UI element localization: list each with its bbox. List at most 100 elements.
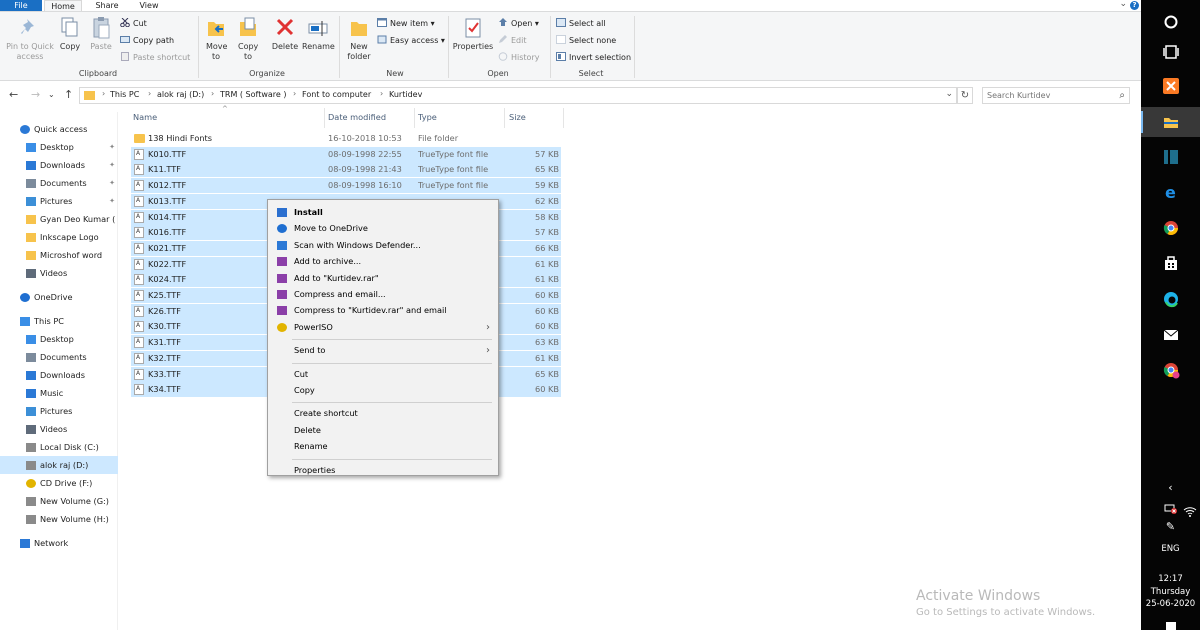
new-folder-button[interactable]: New folder	[343, 16, 375, 62]
nav-item[interactable]: Quick access	[0, 120, 118, 138]
delete-button[interactable]: Delete	[270, 16, 300, 52]
forward-arrow-icon[interactable]: →	[31, 88, 40, 101]
context-menu-item[interactable]: Add to archive...	[270, 254, 496, 269]
context-menu-item[interactable]: Rename	[270, 439, 496, 454]
taskbar-edge[interactable]	[1141, 284, 1200, 314]
taskbar-mail[interactable]	[1141, 320, 1200, 350]
context-menu-item[interactable]: Scan with Windows Defender...	[270, 238, 496, 253]
nav-item[interactable]: Network	[0, 534, 118, 552]
tray-pen-icon[interactable]: ✎	[1141, 520, 1200, 533]
context-menu-item[interactable]: Compress and email...	[270, 287, 496, 302]
file-row[interactable]: K012.TTF 08-09-1998 16:10 TrueType font fi…	[131, 178, 561, 194]
up-arrow-icon[interactable]: ↑	[64, 88, 73, 101]
tray-wifi-icon[interactable]	[1149, 505, 1200, 519]
context-menu-item[interactable]: Compress to "Kurtidev.rar" and email	[270, 303, 496, 318]
copy-path-button[interactable]: Copy path	[120, 34, 174, 48]
history-button[interactable]: History	[498, 51, 539, 65]
notification-center-icon[interactable]	[1141, 620, 1200, 630]
context-menu-item[interactable]: Send to ›	[270, 343, 496, 358]
nav-item[interactable]: Videos	[0, 264, 118, 282]
help-icon[interactable]: ?	[1130, 1, 1139, 10]
breadcrumb-font-to-computer[interactable]: Font to computer	[302, 90, 371, 99]
copy-button[interactable]: Copy	[57, 16, 83, 52]
nav-item[interactable]: Videos	[0, 420, 118, 438]
tray-time[interactable]: 12:17	[1141, 574, 1200, 584]
search-icon[interactable]: ⌕	[1119, 90, 1125, 101]
start-button[interactable]	[1141, 7, 1200, 37]
breadcrumb-this-pc[interactable]: This PC	[110, 90, 139, 99]
nav-item[interactable]: OneDrive	[0, 288, 118, 306]
breadcrumb-kurtidev[interactable]: Kurtidev	[389, 90, 422, 99]
ribbon-collapse-icon[interactable]: ⌄	[1119, 0, 1127, 9]
tray-language[interactable]: ENG	[1141, 544, 1200, 554]
nav-item[interactable]: Gyan Deo Kumar ( F	[0, 210, 118, 228]
back-arrow-icon[interactable]: ←	[9, 88, 18, 101]
nav-item[interactable]: Pictures ✦	[0, 192, 118, 210]
context-menu-item[interactable]: Add to "Kurtidev.rar"	[270, 271, 496, 286]
open-button[interactable]: Open ▾	[498, 17, 539, 31]
context-menu-item[interactable]: PowerISO ›	[270, 320, 496, 335]
tray-day[interactable]: Thursday	[1141, 587, 1200, 597]
recent-locations-chevron-icon[interactable]: ⌄	[48, 90, 55, 99]
breadcrumb-drive[interactable]: alok raj (D:)	[157, 90, 204, 99]
paste-button[interactable]: Paste	[88, 16, 114, 52]
context-menu-item[interactable]: Copy	[270, 383, 496, 398]
nav-item[interactable]: Local Disk (C:)	[0, 438, 118, 456]
nav-item[interactable]: This PC	[0, 312, 118, 330]
tab-share[interactable]: Share	[90, 0, 124, 11]
tab-view[interactable]: View	[134, 0, 164, 11]
nav-item[interactable]: Pictures	[0, 402, 118, 420]
nav-item[interactable]: New Volume (H:)	[0, 510, 118, 528]
tray-overflow-chevron-icon[interactable]: ‹	[1141, 481, 1200, 494]
nav-item[interactable]: CD Drive (F:)	[0, 474, 118, 492]
nav-item[interactable]: Microshof word	[0, 246, 118, 264]
context-menu-item[interactable]: Properties	[270, 463, 496, 478]
nav-item[interactable]: Desktop ✦	[0, 138, 118, 156]
nav-item[interactable]: Downloads ✦	[0, 156, 118, 174]
nav-item[interactable]: Documents	[0, 348, 118, 366]
nav-item[interactable]: New Volume (G:)	[0, 492, 118, 510]
column-header-date[interactable]: Date modified	[328, 112, 386, 126]
column-header-size[interactable]: Size	[509, 112, 526, 126]
tab-file[interactable]: File	[0, 0, 42, 11]
nav-item[interactable]: alok raj (D:)	[0, 456, 118, 474]
tray-date[interactable]: 25-06-2020	[1141, 599, 1200, 609]
invert-selection-button[interactable]: Invert selection	[556, 51, 631, 65]
column-header-name[interactable]: Name	[133, 112, 157, 126]
nav-item[interactable]: Inkscape Logo	[0, 228, 118, 246]
context-menu-item[interactable]: Cut	[270, 367, 496, 382]
nav-item[interactable]: Music	[0, 384, 118, 402]
task-view-button[interactable]	[1141, 37, 1200, 67]
taskbar-xampp[interactable]	[1141, 71, 1200, 101]
context-menu-item[interactable]: Move to OneDrive	[270, 221, 496, 236]
taskbar-file-explorer[interactable]	[1141, 107, 1200, 137]
file-row[interactable]: K010.TTF 08-09-1998 22:55 TrueType font fi…	[131, 146, 561, 162]
cut-button[interactable]: Cut	[120, 17, 147, 31]
taskbar-chrome[interactable]	[1141, 213, 1200, 243]
folder-row[interactable]: 138 Hindi Fonts 16-10-2018 10:53 File fold…	[131, 131, 561, 146]
rename-button[interactable]: Rename	[302, 16, 335, 52]
paste-shortcut-button[interactable]: Paste shortcut	[120, 51, 190, 65]
taskbar-edge-legacy[interactable]: e	[1141, 177, 1200, 207]
context-menu-item[interactable]: Delete	[270, 423, 496, 438]
taskbar-store[interactable]	[1141, 248, 1200, 278]
context-menu-item[interactable]: Install	[270, 205, 496, 220]
properties-button[interactable]: Properties	[452, 16, 494, 52]
nav-item[interactable]: Desktop	[0, 330, 118, 348]
move-to-button[interactable]: Move to	[202, 16, 230, 62]
refresh-icon[interactable]: ↻	[957, 87, 973, 104]
address-dropdown-icon[interactable]: ⌄	[945, 89, 953, 99]
tab-home[interactable]: Home	[44, 0, 82, 11]
file-row[interactable]: K11.TTF 08-09-1998 21:43 TrueType font fil…	[131, 162, 561, 178]
search-input[interactable]	[983, 88, 1108, 103]
select-all-button[interactable]: Select all	[556, 17, 606, 31]
edit-button[interactable]: Edit	[498, 34, 527, 48]
pin-to-quick-access-button[interactable]: Pin to Quick access	[4, 16, 56, 62]
breadcrumb-trm[interactable]: TRM ( Software )	[220, 90, 286, 99]
new-item-button[interactable]: New item ▾	[377, 17, 435, 31]
taskbar-app[interactable]	[1141, 142, 1200, 172]
context-menu-item[interactable]: Create shortcut	[270, 406, 496, 421]
copy-to-button[interactable]: Copy to	[234, 16, 262, 62]
nav-item[interactable]: Downloads	[0, 366, 118, 384]
select-none-button[interactable]: Select none	[556, 34, 616, 48]
